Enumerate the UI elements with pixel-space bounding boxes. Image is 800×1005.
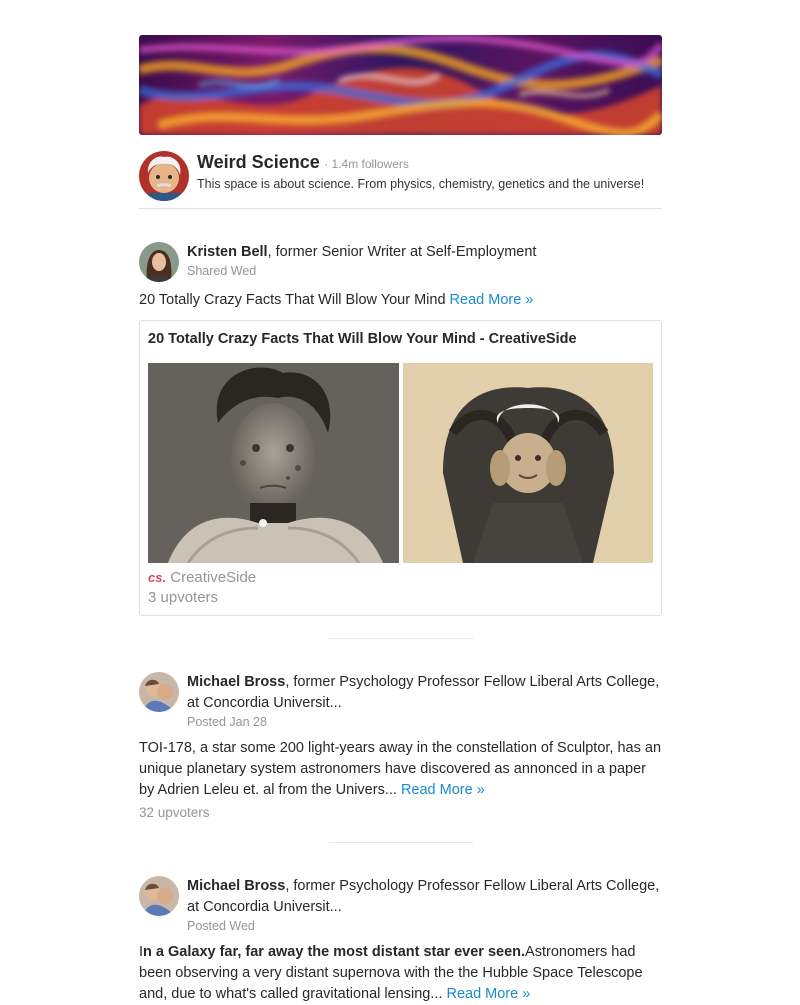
- feed-post: Michael Bross, former Psychology Profess…: [139, 672, 662, 820]
- link-card-image-right: [402, 363, 653, 563]
- space-header: Weird Science · 1.4m followers This spac…: [139, 151, 662, 209]
- author-avatar[interactable]: [139, 242, 179, 282]
- read-more-link[interactable]: Read More »: [401, 782, 485, 798]
- author-name[interactable]: Kristen Bell: [187, 244, 268, 260]
- link-card-title[interactable]: 20 Totally Crazy Facts That Will Blow Yo…: [148, 330, 653, 348]
- read-more-link[interactable]: Read More »: [450, 292, 534, 308]
- post-timestamp[interactable]: Shared Wed: [187, 263, 536, 279]
- upvoters-count[interactable]: 3 upvoters: [148, 588, 653, 607]
- source-logo-icon: cs.: [148, 570, 167, 585]
- post-divider: [328, 842, 473, 843]
- post-body: 20 Totally Crazy Facts That Will Blow Yo…: [139, 290, 662, 311]
- author-name[interactable]: Michael Bross: [187, 674, 285, 690]
- source-name[interactable]: CreativeSide: [170, 569, 256, 586]
- feed-post: Kristen Bell, former Senior Writer at Se…: [139, 242, 662, 616]
- space-followers-count: · 1.4m followers: [324, 157, 409, 171]
- author-name[interactable]: Michael Bross: [187, 878, 285, 894]
- space-title[interactable]: Weird Science: [197, 152, 320, 172]
- post-text-bold: n a Galaxy far, far away the most distan…: [143, 944, 526, 960]
- link-preview-card[interactable]: 20 Totally Crazy Facts That Will Blow Yo…: [139, 320, 662, 616]
- author-credential: , former Senior Writer at Self-Employmen…: [267, 244, 537, 260]
- space-feed: Weird Science · 1.4m followers This spac…: [139, 35, 662, 1005]
- space-banner-image: [139, 35, 662, 135]
- space-avatar[interactable]: [139, 151, 189, 201]
- post-body: In a Galaxy far, far away the most dista…: [139, 942, 662, 1005]
- link-card-image-left: [148, 363, 399, 563]
- post-body: TOI-178, a star some 200 light-years awa…: [139, 738, 662, 801]
- feed-post: Michael Bross, former Psychology Profess…: [139, 876, 662, 1005]
- author-avatar[interactable]: [139, 876, 179, 916]
- upvoters-count[interactable]: 32 upvoters: [139, 805, 662, 820]
- post-timestamp[interactable]: Posted Wed: [187, 918, 662, 934]
- space-description: This space is about science. From physic…: [197, 177, 645, 191]
- post-divider: [328, 638, 473, 639]
- post-text: 20 Totally Crazy Facts That Will Blow Yo…: [139, 292, 450, 308]
- post-timestamp[interactable]: Posted Jan 28: [187, 714, 662, 730]
- author-avatar[interactable]: [139, 672, 179, 712]
